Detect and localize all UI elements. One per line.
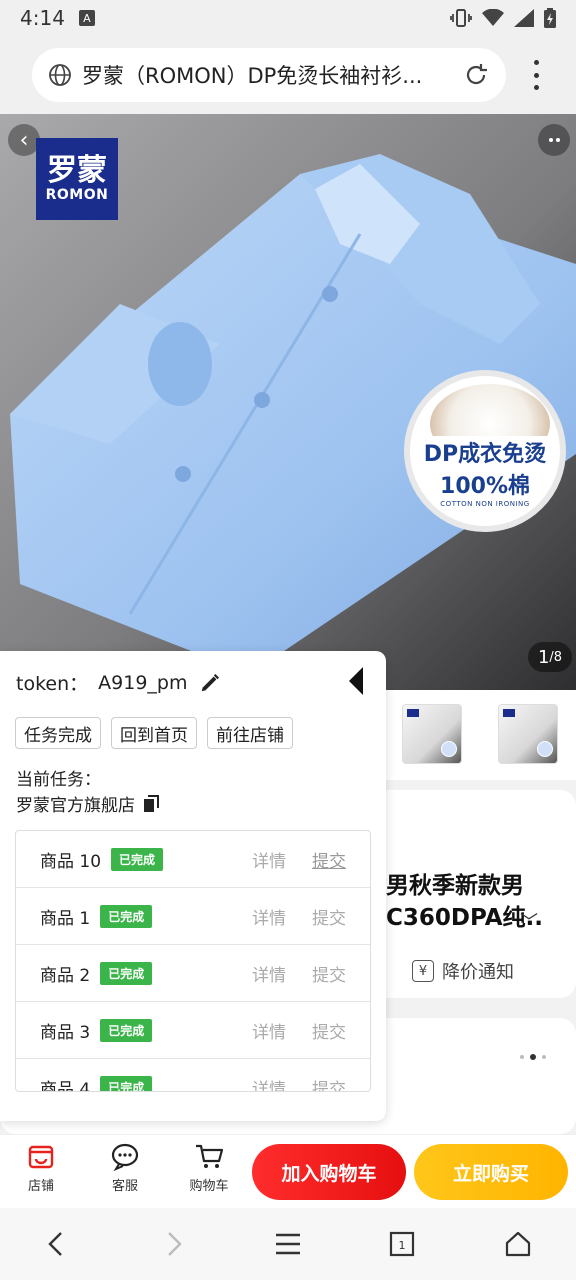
go-to-store-button[interactable]: 前往店铺 [207,717,293,749]
chevron-down-icon[interactable]: ﹀ [520,908,538,934]
current-task-label: 当前任务： [16,770,101,790]
collapse-panel-icon[interactable] [346,665,366,697]
submit-link[interactable]: 提交 [312,1075,346,1092]
token-row: token： A919_pm [16,669,221,696]
task-name: 商品 3 [40,1022,91,1043]
done-badge: 已完成 [100,961,153,985]
logo-cn-text: 罗蒙 [47,153,107,189]
submit-link[interactable]: 提交 [312,961,346,986]
task-name: 商品 4 [40,1079,91,1092]
task-row: 商品 10 已完成 详情 提交 [16,831,370,888]
product-main-image[interactable]: ‹ 罗蒙 ROMON DP成衣免烫 100%棉 COTTON NON IRONI… [0,114,576,690]
done-badge: 已完成 [100,904,153,928]
service-label: 客服 [111,1179,138,1194]
address-bar: 罗蒙（ROMON）DP免烫长袖衬衫... [0,36,576,114]
badge-line3: COTTON NON IRONING [440,500,530,508]
thumbnail-image[interactable] [498,704,558,764]
pager-current: 1 [537,646,550,668]
task-row: 商品 2 已完成 详情 提交 [16,945,370,1002]
price-notice-label: 降价通知 [442,962,514,983]
notification-a-icon: A [78,10,95,26]
signal-icon [514,9,534,27]
pen-icon[interactable] [199,672,221,694]
pager-total: /8 [549,649,563,665]
image-pager: 1/8 [528,642,572,672]
detail-link[interactable]: 详情 [252,904,286,929]
task-list: 商品 10 已完成 详情 提交 商品 1 已完成 详情 提交 商品 2 已完成 … [15,830,371,1092]
thumbnail-image[interactable] [402,704,462,764]
current-task-value: 罗蒙官方旗舰店 [16,796,135,816]
menu-icon[interactable] [270,1226,306,1262]
title-line1: 男秋季新款男 [386,873,524,899]
shop-button[interactable]: 店铺 [6,1141,76,1194]
current-task: 罗蒙官方旗舰店 [16,791,161,816]
globe-icon [49,64,71,86]
task-name: 商品 1 [40,908,91,929]
forward-icon[interactable] [156,1226,192,1262]
shop-icon [28,1145,54,1169]
cart-icon [196,1144,224,1168]
wifi-icon [482,9,504,26]
price-tag-icon: ¥ [412,960,434,982]
task-row: 商品 4 已完成 详情 提交 [16,1059,370,1092]
task-complete-button[interactable]: 任务完成 [15,717,101,749]
tabs-icon[interactable]: 1 [384,1226,420,1262]
done-badge: 已完成 [100,1018,153,1042]
price-notice-button[interactable]: ¥ 降价通知 [412,958,514,984]
token-value: A919_pm [98,671,188,694]
service-button[interactable]: 客服 [90,1141,160,1194]
bottom-action-bar: 店铺 客服 购物车 加入购物车 立即购买 [0,1134,576,1208]
url-field[interactable]: 罗蒙（ROMON）DP免烫长袖衬衫... [32,48,506,102]
submit-link[interactable]: 提交 [312,904,346,929]
detail-link[interactable]: 详情 [252,1075,286,1092]
buy-now-button[interactable]: 立即购买 [414,1144,568,1200]
task-row: 商品 3 已完成 详情 提交 [16,1002,370,1059]
cart-label: 购物车 [189,1179,229,1194]
copy-icon[interactable] [143,794,161,813]
task-name: 商品 2 [40,965,91,986]
badge-line1: DP成衣免烫 [421,436,549,468]
home-icon[interactable] [500,1226,536,1262]
detail-link[interactable]: 详情 [252,1018,286,1043]
more-overlay-button[interactable] [538,124,570,156]
back-icon[interactable] [38,1226,74,1262]
back-home-button[interactable]: 回到首页 [111,717,197,749]
submit-link[interactable]: 提交 [312,1018,346,1043]
status-bar: 4:14 A [0,0,576,36]
add-to-cart-button[interactable]: 加入购物车 [252,1144,406,1200]
done-badge: 已完成 [100,1075,153,1091]
url-text[interactable]: 罗蒙（ROMON）DP免烫长袖衬衫... [82,60,452,90]
shop-label: 店铺 [27,1179,54,1194]
done-badge: 已完成 [111,847,164,871]
detail-link[interactable]: 详情 [252,847,286,872]
submit-link[interactable]: 提交 [312,847,346,872]
system-nav-bar: 1 [0,1208,576,1280]
task-name: 商品 10 [40,851,102,872]
cotton-badge: DP成衣免烫 100%棉 COTTON NON IRONING [404,370,566,532]
task-overlay-panel: token： A919_pm 任务完成 回到首页 前往店铺 当前任务： 罗蒙官方… [0,651,386,1121]
overlay-actions: 任务完成 回到首页 前往店铺 [15,717,293,749]
browser-menu-icon[interactable] [524,60,548,90]
logo-en-text: ROMON [45,186,109,203]
token-label: token： [16,673,89,695]
cart-button[interactable]: 购物车 [174,1141,244,1194]
brand-logo: 罗蒙 ROMON [36,138,118,220]
detail-link[interactable]: 详情 [252,961,286,986]
reload-icon[interactable] [462,61,490,89]
status-time: 4:14 [20,6,65,30]
svg-text:1: 1 [399,1239,406,1252]
status-icons [450,8,556,28]
carousel-dots [520,1054,546,1060]
badge-line2: 100%棉 [440,474,530,499]
vibrate-icon [450,9,472,27]
task-row: 商品 1 已完成 详情 提交 [16,888,370,945]
battery-icon [544,8,556,28]
service-icon [111,1143,139,1171]
